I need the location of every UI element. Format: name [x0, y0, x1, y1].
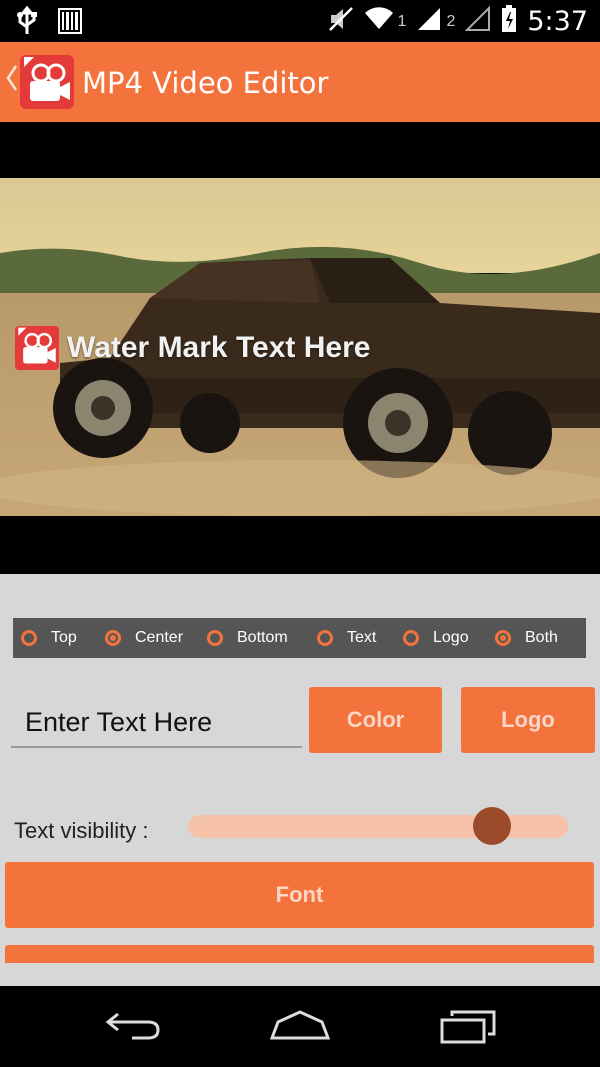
- radio-center[interactable]: Center: [105, 618, 183, 658]
- text-visibility-label: Text visibility :: [14, 818, 149, 843]
- clock: 5:37: [527, 6, 588, 37]
- watermark-text-input[interactable]: [11, 698, 302, 746]
- sim2-label: 2: [446, 12, 456, 30]
- radio-logo-label: Logo: [433, 629, 469, 646]
- radio-bottom-label: Bottom: [237, 629, 288, 646]
- font-button[interactable]: Font: [5, 862, 594, 928]
- watermark: Water Mark Text Here: [15, 326, 370, 370]
- radio-both[interactable]: Both: [495, 618, 558, 658]
- radio-both-label: Both: [525, 629, 558, 646]
- sim1-label: 1: [397, 12, 407, 30]
- text-visibility-slider-thumb[interactable]: [473, 807, 511, 845]
- radio-text[interactable]: Text: [317, 618, 376, 658]
- recents-icon[interactable]: [438, 1008, 498, 1049]
- signal-icon: [464, 5, 491, 37]
- watermark-text-field[interactable]: [11, 698, 302, 748]
- back-icon[interactable]: [104, 1008, 162, 1049]
- usb-icon: [14, 5, 40, 41]
- video-frame[interactable]: Water Mark Text Here: [0, 178, 600, 516]
- radio-bottom[interactable]: Bottom: [207, 618, 288, 658]
- app-bar: MP4 Video Editor: [0, 42, 600, 122]
- mute-icon: [328, 4, 354, 39]
- barcode-icon: [58, 7, 82, 40]
- chevron-left-icon[interactable]: [6, 64, 18, 99]
- radio-both-dot[interactable]: [495, 630, 511, 646]
- radio-top-dot[interactable]: [21, 630, 37, 646]
- radio-text-label: Text: [347, 629, 377, 646]
- home-icon[interactable]: [268, 1008, 332, 1049]
- app-title: MP4 Video Editor: [82, 66, 329, 100]
- radio-top-label: Top: [51, 629, 77, 646]
- radio-text-dot[interactable]: [317, 630, 333, 646]
- signal-icon: [416, 6, 442, 37]
- navigation-bar: [0, 986, 600, 1067]
- wifi-icon: [364, 7, 394, 36]
- radio-logo[interactable]: Logo: [403, 618, 469, 658]
- battery-icon: [501, 5, 517, 38]
- text-visibility-slider[interactable]: [188, 815, 568, 838]
- controls-panel: Top Center Bottom Text Logo Both Color L…: [0, 574, 600, 986]
- partially-visible-button[interactable]: [5, 945, 594, 963]
- watermark-text: Water Mark Text Here: [67, 331, 371, 364]
- logo-button[interactable]: Logo: [461, 687, 595, 753]
- color-button[interactable]: Color: [309, 687, 442, 753]
- video-camera-icon[interactable]: [20, 55, 74, 109]
- status-bar: 1 2 5:37: [0, 0, 600, 42]
- radio-logo-dot[interactable]: [403, 630, 419, 646]
- radio-center-label: Center: [135, 629, 184, 646]
- radio-center-dot[interactable]: [105, 630, 121, 646]
- video-preview[interactable]: Water Mark Text Here: [0, 122, 600, 574]
- radio-bottom-dot[interactable]: [207, 630, 223, 646]
- position-options: Top Center Bottom Text Logo Both: [13, 618, 586, 658]
- radio-top[interactable]: Top: [21, 618, 77, 658]
- video-camera-icon: [15, 326, 59, 370]
